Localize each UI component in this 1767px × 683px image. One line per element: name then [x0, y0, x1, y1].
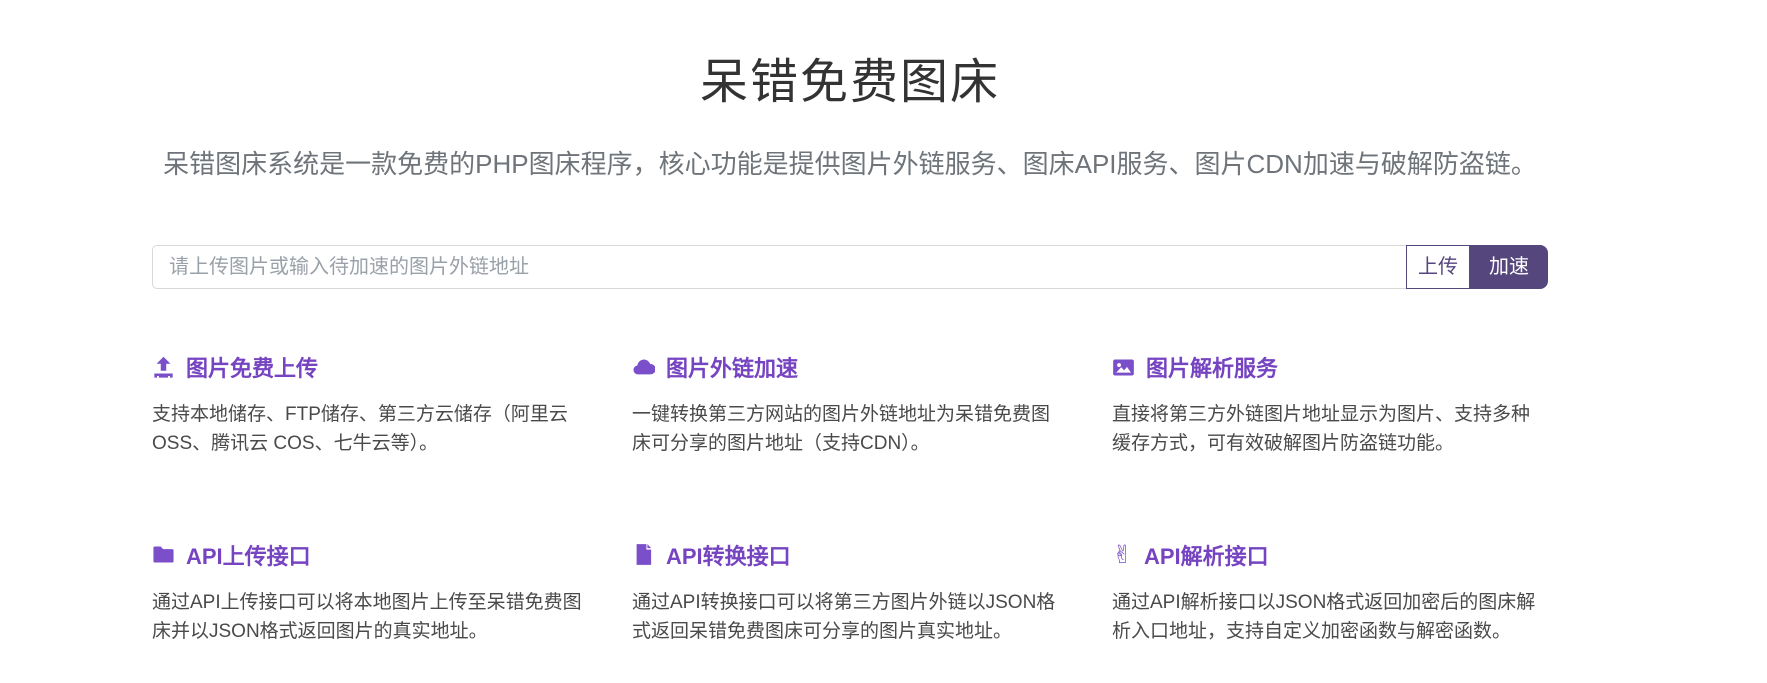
feature-description: 直接将第三方外链图片地址显示为图片、支持多种缓存方式，可有效破解图片防盗链功能。: [1112, 400, 1548, 459]
feature-card-api-parse: ✌ API解析接口 通过API解析接口以JSON格式返回加密后的图床解析入口地址…: [1112, 539, 1548, 647]
feature-card-free-upload: 图片免费上传 支持本地储存、FTP储存、第三方云储存（阿里云 OSS、腾讯云 C…: [152, 351, 588, 459]
feature-link-api-convert[interactable]: API转换接口: [632, 539, 791, 571]
page-title: 呆错免费图床: [152, 42, 1548, 112]
main-container: 呆错免费图床 呆错图床系统是一款免费的PHP图床程序，核心功能是提供图片外链服务…: [152, 42, 1548, 647]
feature-link-api-upload[interactable]: API上传接口: [152, 539, 311, 571]
feature-title-text: 图片免费上传: [186, 351, 318, 383]
feature-description: 通过API转换接口可以将第三方图片外链以JSON格式返回呆错免费图床可分享的图片…: [632, 588, 1068, 647]
feature-title-text: API上传接口: [186, 539, 311, 571]
feature-grid: 图片免费上传 支持本地储存、FTP储存、第三方云储存（阿里云 OSS、腾讯云 C…: [152, 351, 1548, 647]
file-icon: [632, 543, 655, 566]
image-icon: [1112, 356, 1135, 379]
folder-icon: [152, 543, 175, 566]
feature-card-link-accel: 图片外链加速 一键转换第三方网站的图片外链地址为呆错免费图床可分享的图片地址（支…: [632, 351, 1068, 459]
feature-link-link-accel[interactable]: 图片外链加速: [632, 351, 798, 383]
feature-title-text: 图片外链加速: [666, 351, 798, 383]
upload-icon: [152, 356, 175, 379]
feature-link-free-upload[interactable]: 图片免费上传: [152, 351, 318, 383]
feature-title-text: API转换接口: [666, 539, 791, 571]
feature-card-api-convert: API转换接口 通过API转换接口可以将第三方图片外链以JSON格式返回呆错免费…: [632, 539, 1068, 647]
feature-link-image-parse[interactable]: 图片解析服务: [1112, 351, 1278, 383]
link-input-group: 上传 加速: [152, 245, 1548, 289]
feature-card-api-upload: API上传接口 通过API上传接口可以将本地图片上传至呆错免费图床并以JSON格…: [152, 539, 588, 647]
feature-link-api-parse[interactable]: ✌ API解析接口: [1112, 539, 1269, 571]
accelerate-button[interactable]: 加速: [1470, 245, 1548, 289]
feature-title-text: API解析接口: [1144, 539, 1269, 571]
feature-card-image-parse: 图片解析服务 直接将第三方外链图片地址显示为图片、支持多种缓存方式，可有效破解图…: [1112, 351, 1548, 459]
feature-description: 通过API上传接口可以将本地图片上传至呆错免费图床并以JSON格式返回图片的真实…: [152, 588, 588, 647]
hand-peace-icon: ✌: [1112, 540, 1133, 569]
upload-button[interactable]: 上传: [1406, 245, 1470, 289]
feature-description: 一键转换第三方网站的图片外链地址为呆错免费图床可分享的图片地址（支持CDN）。: [632, 400, 1068, 459]
cloud-icon: [632, 356, 655, 379]
feature-description: 通过API解析接口以JSON格式返回加密后的图床解析入口地址，支持自定义加密函数…: [1112, 588, 1548, 647]
page-subtitle: 呆错图床系统是一款免费的PHP图床程序，核心功能是提供图片外链服务、图床API服…: [152, 144, 1548, 181]
feature-title-text: 图片解析服务: [1146, 351, 1278, 383]
image-url-input[interactable]: [152, 245, 1406, 289]
feature-description: 支持本地储存、FTP储存、第三方云储存（阿里云 OSS、腾讯云 COS、七牛云等…: [152, 400, 588, 459]
